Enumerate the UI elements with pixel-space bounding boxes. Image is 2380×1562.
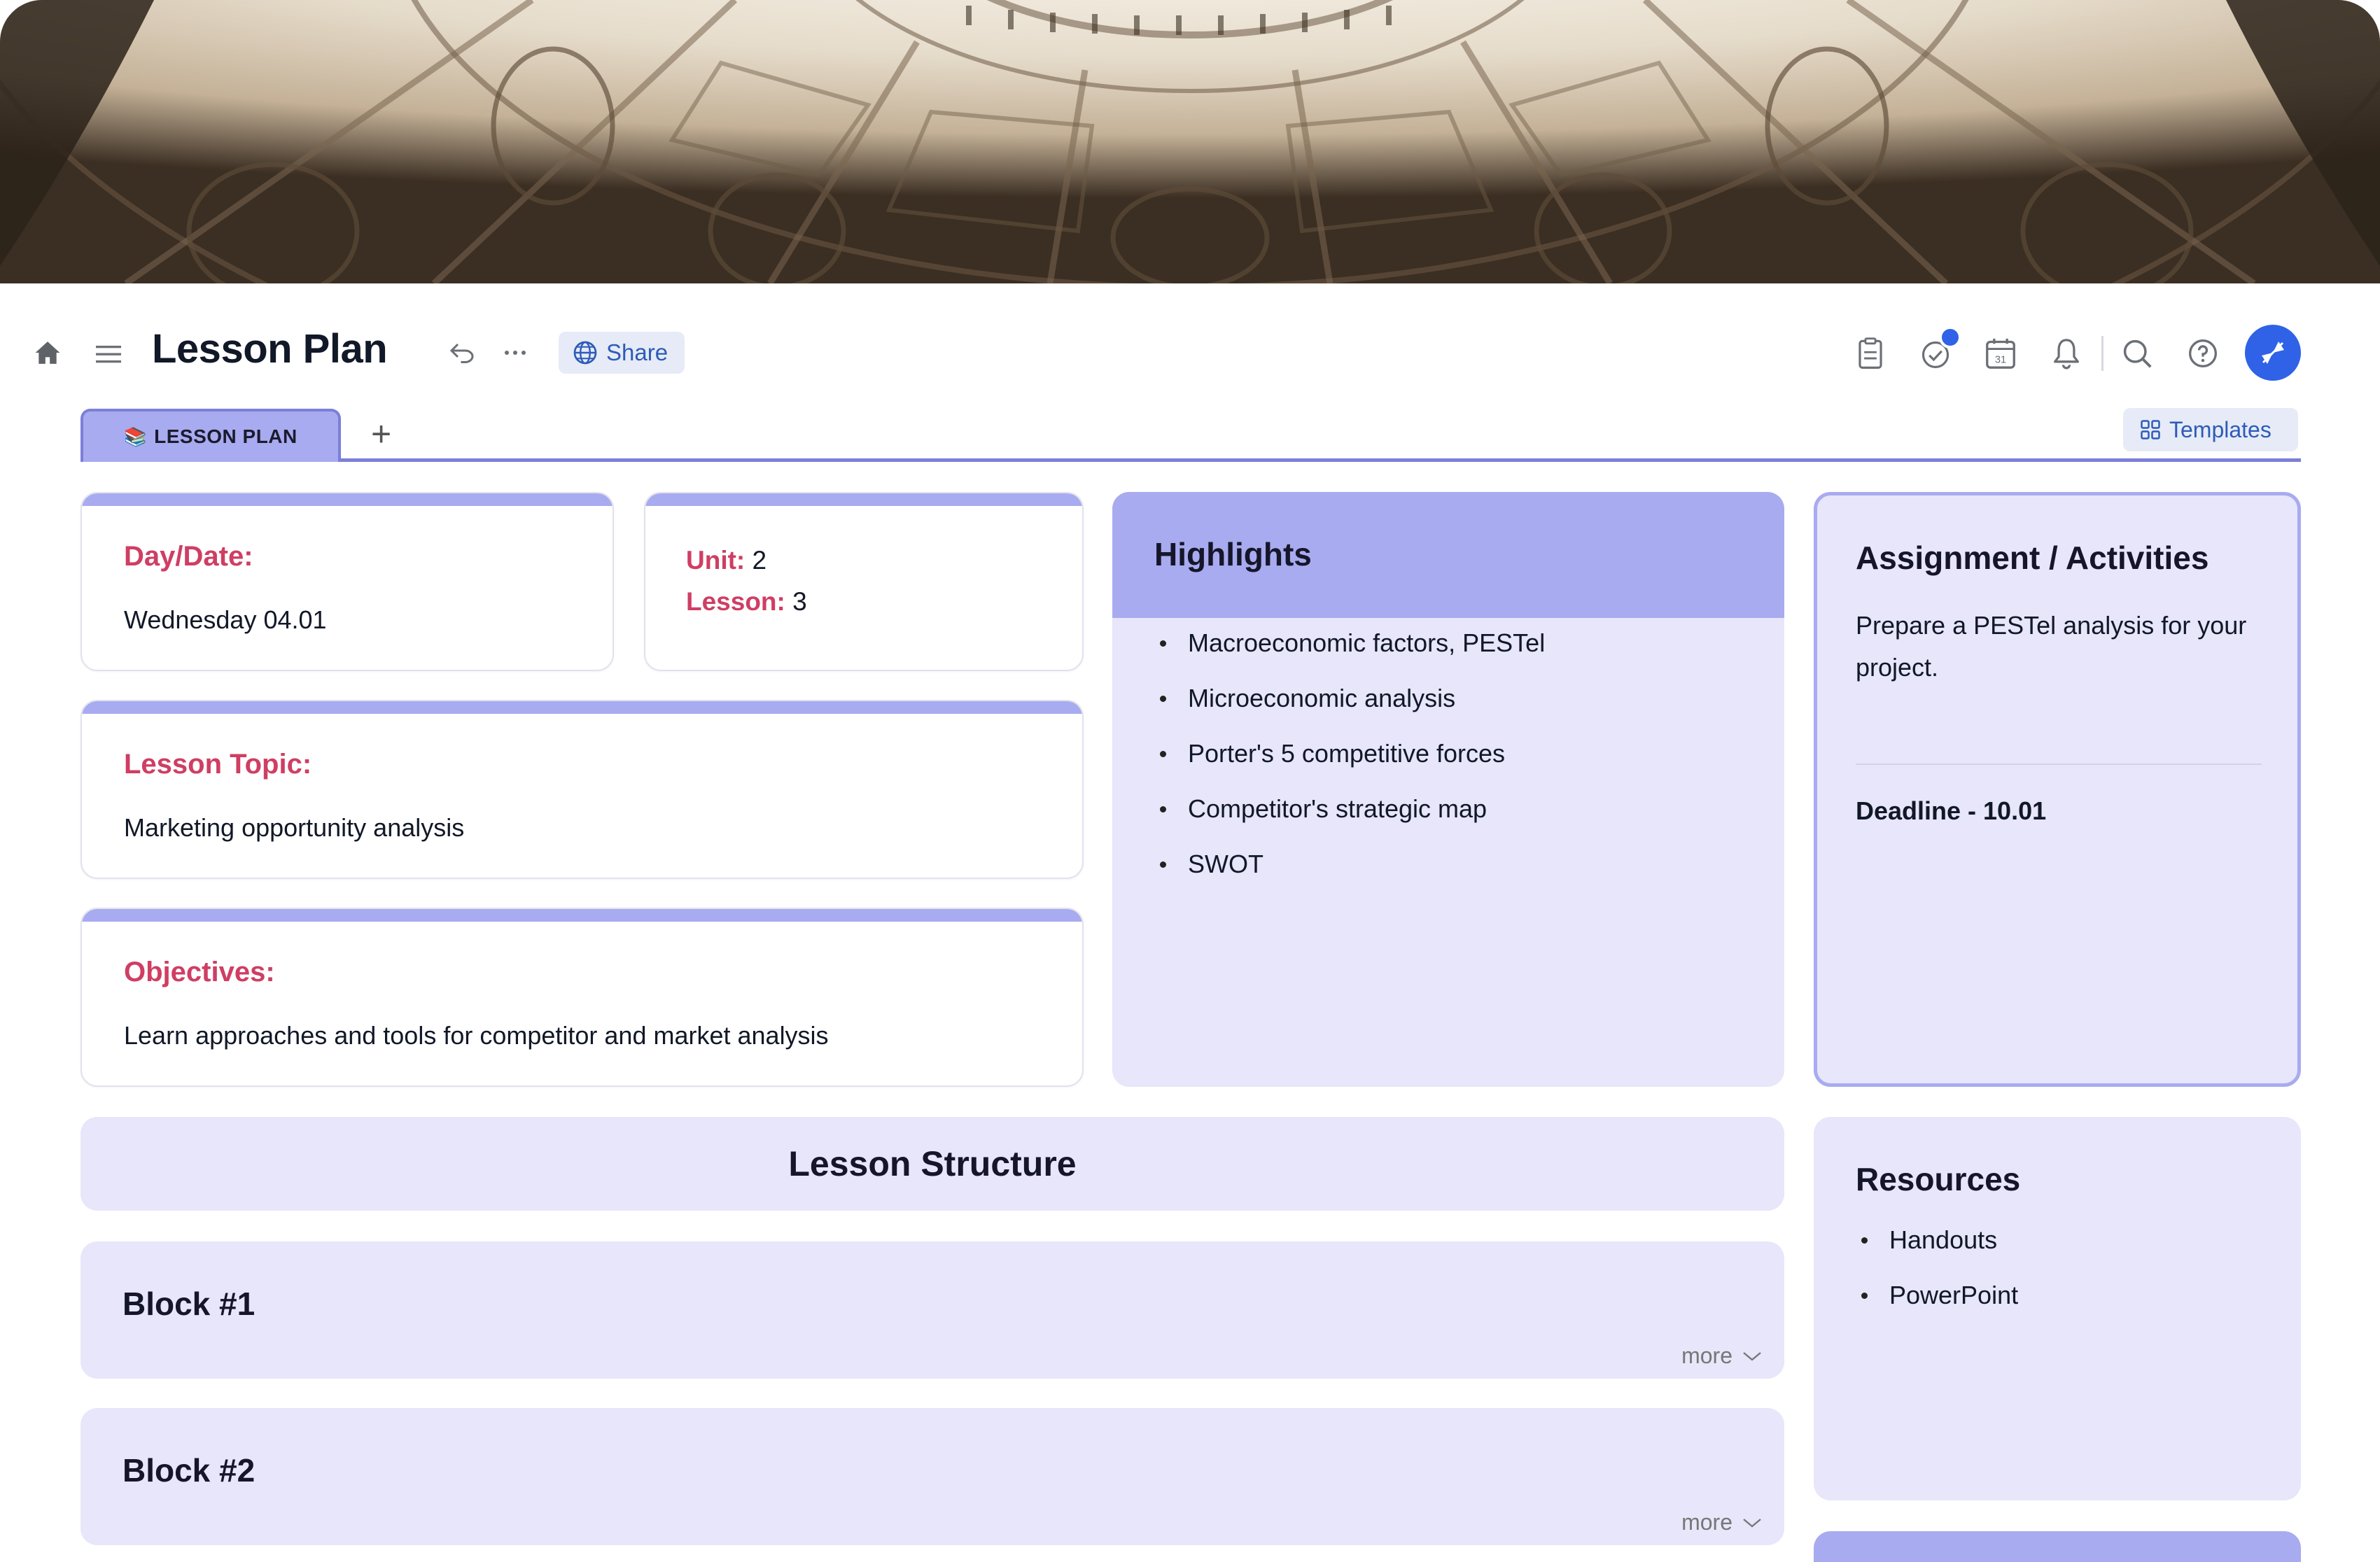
bell-icon[interactable] (2051, 336, 2082, 371)
card-accent-strip (82, 493, 612, 506)
templates-label: Templates (2169, 416, 2272, 442)
list-item: Porter's 5 competitive forces (1154, 740, 1545, 795)
lesson-value: 3 (792, 587, 807, 616)
cover-image (0, 0, 2380, 283)
brand-logo-icon (2256, 336, 2290, 370)
list-item: Competitor's strategic map (1154, 795, 1545, 850)
lesson-label: Lesson: (686, 587, 785, 616)
tab-lesson-plan[interactable]: 📚 LESSON PLAN (80, 409, 341, 462)
help-icon[interactable] (2187, 337, 2219, 370)
more-button[interactable]: more (1681, 1343, 1762, 1369)
share-label: Share (606, 339, 668, 365)
list-item: Macroeconomic factors, PESTel (1154, 629, 1545, 684)
objectives-value: Learn approaches and tools for competito… (124, 1021, 829, 1050)
block-1-card[interactable]: Block #1 more (80, 1241, 1784, 1379)
home-icon[interactable] (34, 339, 62, 367)
resources-card[interactable]: Resources Handouts PowerPoint (1814, 1117, 2301, 1500)
block-2-card[interactable]: Block #2 more (80, 1408, 1784, 1545)
day-date-value: Wednesday 04.01 (124, 605, 327, 634)
assignment-title: Assignment / Activities (1856, 540, 2209, 576)
chevron-down-icon (1742, 1351, 1762, 1362)
assignment-card[interactable]: Assignment / Activities Prepare a PESTel… (1814, 492, 2301, 1087)
tab-label: LESSON PLAN (154, 425, 298, 447)
unit-lesson-card[interactable]: Unit: 2 Lesson: 3 (644, 492, 1084, 671)
chevron-down-icon (1742, 1517, 1762, 1528)
day-date-card[interactable]: Day/Date: Wednesday 04.01 (80, 492, 614, 671)
calendar-day: 31 (1995, 355, 2006, 366)
unit-value: 2 (752, 546, 767, 575)
next-card-peek (1814, 1531, 2301, 1562)
tasks-notification-badge (1939, 326, 1961, 349)
lesson-topic-card[interactable]: Lesson Topic: Marketing opportunity anal… (80, 700, 1084, 879)
highlights-title: Highlights (1154, 536, 1312, 572)
grid-icon (2140, 419, 2161, 440)
lesson-structure-header: Lesson Structure (80, 1117, 1784, 1211)
lesson-topic-value: Marketing opportunity analysis (124, 813, 465, 842)
objectives-label: Objectives: (124, 957, 275, 987)
page-title: Lesson Plan (152, 326, 388, 372)
highlights-card[interactable]: Highlights Macroeconomic factors, PESTel… (1112, 492, 1784, 1087)
resource-link-powerpoint[interactable]: PowerPoint (1856, 1281, 2018, 1337)
block-title: Block #1 (122, 1286, 255, 1322)
list-item: Handouts (1856, 1226, 2018, 1281)
books-emoji-icon: 📚 (124, 425, 148, 447)
resources-list: Handouts PowerPoint (1856, 1226, 2018, 1337)
calendar-icon[interactable]: 31 (1984, 336, 2017, 371)
search-icon[interactable] (2121, 337, 2153, 370)
more-icon[interactable] (501, 339, 529, 367)
more-button[interactable]: more (1681, 1510, 1762, 1535)
card-accent-strip (645, 493, 1082, 506)
user-avatar[interactable] (2245, 325, 2301, 381)
resources-title: Resources (1856, 1161, 2021, 1197)
more-label: more (1681, 1343, 1732, 1368)
assignment-deadline: Deadline - 10.01 (1856, 796, 2047, 825)
tab-underline (80, 458, 2301, 462)
menu-icon[interactable] (94, 340, 122, 368)
unit-label: Unit: (686, 546, 746, 575)
share-button[interactable]: Share (559, 332, 685, 374)
block-title: Block #2 (122, 1452, 255, 1489)
highlights-list: Macroeconomic factors, PESTel Microecono… (1154, 629, 1545, 906)
assignment-description: Prepare a PESTel analysis for your proje… (1856, 611, 2247, 682)
undo-icon[interactable] (448, 339, 476, 367)
dome-illustration (0, 0, 2380, 283)
assignment-divider (1856, 764, 2262, 765)
globe-icon (573, 340, 598, 365)
card-accent-strip (82, 909, 1082, 922)
card-accent-strip (82, 701, 1082, 714)
notes-icon[interactable] (1855, 336, 1886, 371)
templates-button[interactable]: Templates (2123, 408, 2298, 451)
list-item: SWOT (1154, 850, 1545, 906)
day-date-label: Day/Date: (124, 541, 253, 572)
add-tab-button[interactable]: + (371, 416, 391, 451)
header-divider (2101, 336, 2104, 371)
list-item: Microeconomic analysis (1154, 684, 1545, 740)
more-label: more (1681, 1510, 1732, 1535)
objectives-card[interactable]: Objectives: Learn approaches and tools f… (80, 908, 1084, 1087)
lesson-topic-label: Lesson Topic: (124, 749, 312, 780)
